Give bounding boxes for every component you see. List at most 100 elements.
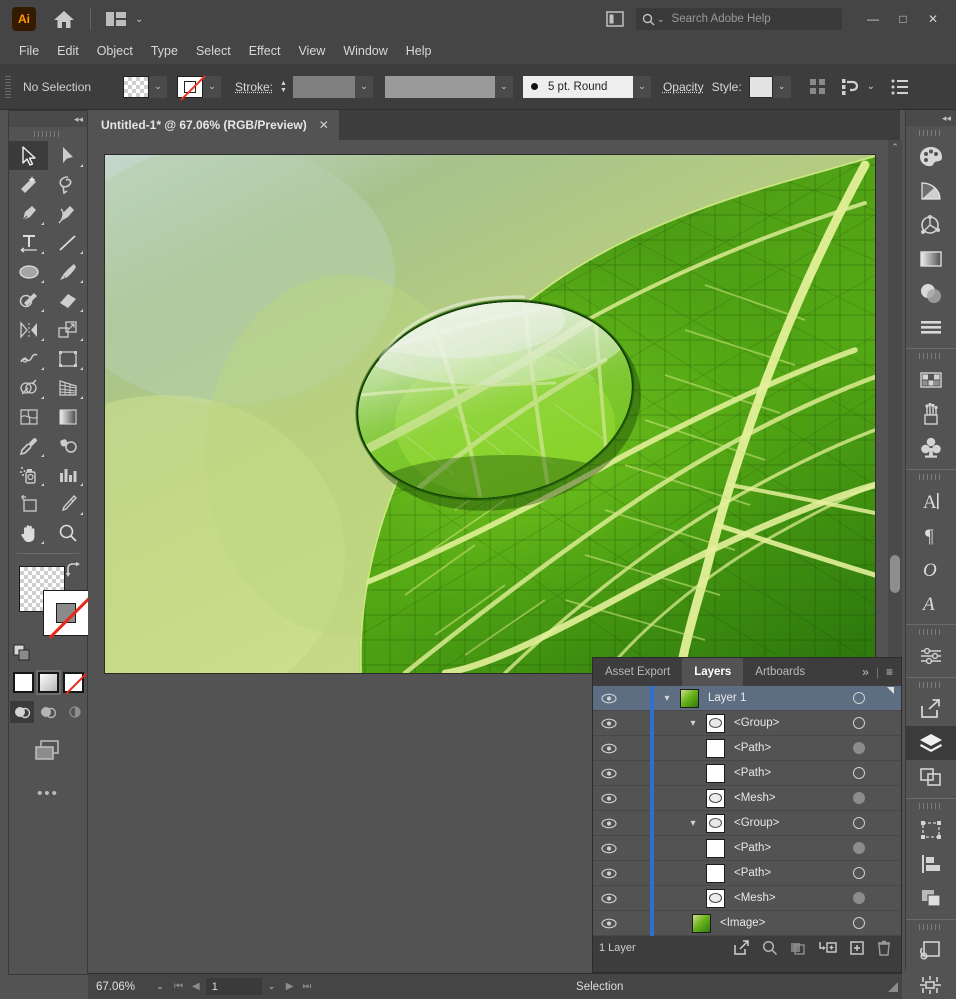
visibility-toggle-icon[interactable]	[593, 743, 625, 754]
stroke-label[interactable]: Stroke:	[235, 80, 273, 94]
swatches-panel-icon[interactable]	[906, 363, 956, 397]
change-screen-mode-icon[interactable]	[9, 737, 87, 763]
target-indicator[interactable]	[853, 792, 865, 804]
table-row[interactable]: <Path>	[593, 835, 901, 861]
delete-selection-button[interactable]	[877, 940, 891, 956]
shaper-tool[interactable]	[9, 286, 48, 315]
target-indicator[interactable]	[853, 767, 865, 779]
shape-builder-tool[interactable]	[9, 373, 48, 402]
stroke-profile-chevron-down-icon[interactable]: ⌄	[494, 75, 513, 98]
image-trace-panel-icon[interactable]	[906, 934, 956, 968]
dock-group-grip[interactable]	[906, 126, 956, 140]
free-transform-tool[interactable]	[48, 344, 87, 373]
menu-item-object[interactable]: Object	[88, 41, 142, 61]
stroke-weight-chevron-down-icon[interactable]: ⌄	[354, 75, 373, 98]
graphic-style-swatch[interactable]	[748, 75, 773, 98]
visibility-toggle-icon[interactable]	[593, 868, 625, 879]
zoom-tool[interactable]	[48, 518, 87, 547]
layer-name[interactable]: <Path>	[734, 842, 771, 854]
visibility-toggle-icon[interactable]	[593, 843, 625, 854]
artboard[interactable]	[105, 155, 875, 673]
first-artboard-button[interactable]: ⏮	[174, 981, 183, 992]
menu-item-window[interactable]: Window	[334, 41, 396, 61]
draw-normal-button[interactable]	[10, 701, 34, 723]
target-indicator[interactable]	[853, 717, 865, 729]
scroll-up-icon[interactable]: ⌃	[888, 140, 902, 154]
opacity-label[interactable]: Opacity	[663, 80, 704, 94]
symbol-sprayer-tool[interactable]	[9, 460, 48, 489]
eyedropper-tool[interactable]	[9, 431, 48, 460]
panel-menu-icon[interactable]: ≡	[886, 665, 893, 679]
ellipse-tool[interactable]	[9, 257, 48, 286]
align-panel-icon[interactable]	[906, 847, 956, 881]
mesh-tool[interactable]	[9, 402, 48, 431]
gradient-tool[interactable]	[48, 402, 87, 431]
menu-item-type[interactable]: Type	[142, 41, 187, 61]
layer-name[interactable]: <Path>	[734, 767, 771, 779]
color-panel-icon[interactable]	[906, 140, 956, 174]
stroke-chevron-down-icon[interactable]: ⌄	[203, 75, 221, 98]
target-indicator[interactable]	[853, 892, 865, 904]
table-row[interactable]: <Mesh>	[593, 885, 901, 911]
layers-panel-icon[interactable]	[906, 726, 956, 760]
layer-name[interactable]: Layer 1	[708, 692, 746, 704]
menu-item-edit[interactable]: Edit	[48, 41, 88, 61]
symbols-panel-icon[interactable]	[906, 431, 956, 465]
document-tab[interactable]: Untitled-1* @ 67.06% (RGB/Preview) ✕	[88, 110, 339, 140]
menu-item-select[interactable]: Select	[187, 41, 240, 61]
asset-export-panel-icon[interactable]	[906, 692, 956, 726]
visibility-toggle-icon[interactable]	[593, 693, 625, 704]
artboard-tool[interactable]	[9, 489, 48, 518]
table-row[interactable]: ▾ <Group>	[593, 710, 901, 736]
color-guide-panel-icon[interactable]	[906, 174, 956, 208]
table-row[interactable]: <Path>	[593, 735, 901, 761]
blend-tool[interactable]	[48, 431, 87, 460]
gradient-panel-icon[interactable]	[906, 242, 956, 276]
brush-definition-select[interactable]: 5 pt. Round	[522, 75, 633, 98]
perspective-grid-tool[interactable]	[48, 373, 87, 402]
menu-item-help[interactable]: Help	[397, 41, 441, 61]
color-mode-button[interactable]	[12, 672, 34, 693]
visibility-toggle-icon[interactable]	[593, 768, 625, 779]
last-artboard-button[interactable]: ⏭	[302, 981, 311, 992]
gradient-mode-button[interactable]	[35, 670, 61, 695]
transparency-panel-icon[interactable]	[906, 276, 956, 310]
type-tool[interactable]	[9, 228, 48, 257]
zoom-level-input[interactable]: 67.06%	[88, 981, 150, 993]
chevron-down-icon[interactable]: ▾	[680, 818, 706, 829]
eraser-tool[interactable]	[48, 286, 87, 315]
brush-chevron-down-icon[interactable]: ⌄	[632, 75, 651, 98]
slice-tool[interactable]	[48, 489, 87, 518]
lasso-tool[interactable]	[48, 170, 87, 199]
panel-overflow-icon[interactable]: »	[862, 665, 869, 679]
previous-artboard-button[interactable]: ◀	[192, 981, 200, 992]
default-fill-stroke-icon[interactable]	[13, 644, 31, 662]
pen-tool[interactable]	[9, 199, 48, 228]
stroke-profile-input[interactable]	[384, 75, 495, 98]
paintbrush-tool[interactable]	[48, 257, 87, 286]
close-button[interactable]: ✕	[918, 0, 948, 38]
resize-grip-icon[interactable]	[888, 981, 898, 992]
zoom-chevron-down-icon[interactable]: ⌄	[150, 981, 170, 992]
width-tool[interactable]	[9, 344, 48, 373]
selection-tool[interactable]	[9, 141, 48, 170]
brushes-panel-icon[interactable]	[906, 397, 956, 431]
stroke-weight-stepper[interactable]: ▲ ▼	[280, 80, 287, 94]
layer-name[interactable]: <Mesh>	[734, 792, 776, 804]
fill-swatch[interactable]	[123, 75, 149, 98]
tools-panel-collapse-button[interactable]: ◂◂	[9, 111, 87, 127]
table-row[interactable]: ▾ <Group>	[593, 810, 901, 836]
stroke-weight-input[interactable]	[292, 75, 355, 98]
layer-name[interactable]: <Group>	[734, 717, 779, 729]
dock-group-grip[interactable]	[906, 799, 956, 813]
chevron-down-icon[interactable]: ▾	[654, 693, 680, 704]
dock-group-grip[interactable]	[906, 349, 956, 363]
stroke-panel-icon[interactable]	[906, 310, 956, 344]
more-options-icon[interactable]	[891, 79, 909, 95]
layer-name[interactable]: <Image>	[720, 917, 765, 929]
search-input[interactable]: ⌄ Search Adobe Help	[636, 8, 842, 30]
column-graph-tool[interactable]	[48, 460, 87, 489]
table-row[interactable]: <Path>	[593, 860, 901, 886]
menu-item-view[interactable]: View	[289, 41, 334, 61]
next-artboard-button[interactable]: ▶	[286, 981, 294, 992]
